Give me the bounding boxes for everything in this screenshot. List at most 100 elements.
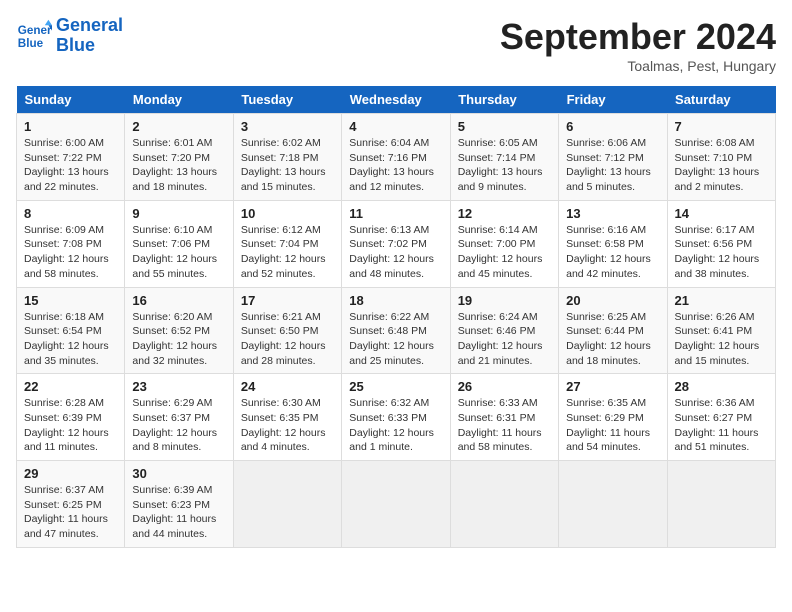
- calendar-header-row: Sunday Monday Tuesday Wednesday Thursday…: [17, 86, 776, 114]
- day-info: Sunrise: 6:36 AM Sunset: 6:27 PM Dayligh…: [675, 396, 768, 455]
- calendar-cell: [667, 461, 775, 548]
- col-tuesday: Tuesday: [233, 86, 341, 114]
- month-title: September 2024: [500, 16, 776, 58]
- logo-line1: General: [56, 16, 123, 36]
- location-subtitle: Toalmas, Pest, Hungary: [500, 58, 776, 74]
- day-number: 17: [241, 293, 334, 308]
- day-info: Sunrise: 6:20 AM Sunset: 6:52 PM Dayligh…: [132, 310, 225, 369]
- calendar-cell: 2Sunrise: 6:01 AM Sunset: 7:20 PM Daylig…: [125, 114, 233, 201]
- calendar-cell: 19 Sunrise: 6:24 AM Sunset: 6:46 PM Dayli…: [450, 287, 558, 374]
- day-info: Sunrise: 6:32 AM Sunset: 6:33 PM Dayligh…: [349, 396, 442, 455]
- day-info: Sunrise: 6:13 AM Sunset: 7:02 PM Dayligh…: [349, 223, 442, 282]
- calendar-cell: 28 Sunrise: 6:36 AM Sunset: 6:27 PM Dayli…: [667, 374, 775, 461]
- calendar-cell: 15 Sunrise: 6:18 AM Sunset: 6:54 PM Dayli…: [17, 287, 125, 374]
- calendar-cell: 24 Sunrise: 6:30 AM Sunset: 6:35 PM Dayli…: [233, 374, 341, 461]
- calendar-cell: 18 Sunrise: 6:22 AM Sunset: 6:48 PM Dayli…: [342, 287, 450, 374]
- day-info: Sunrise: 6:37 AM Sunset: 6:25 PM Dayligh…: [24, 483, 117, 542]
- day-info: Sunrise: 6:09 AM Sunset: 7:08 PM Dayligh…: [24, 223, 117, 282]
- calendar-cell: 1 Sunrise: 6:00 AM Sunset: 7:22 PM Daylig…: [17, 114, 125, 201]
- calendar-cell: 9 Sunrise: 6:10 AM Sunset: 7:06 PM Daylig…: [125, 200, 233, 287]
- calendar-cell: [559, 461, 667, 548]
- calendar-table: Sunday Monday Tuesday Wednesday Thursday…: [16, 86, 776, 548]
- calendar-cell: 30 Sunrise: 6:39 AM Sunset: 6:23 PM Dayli…: [125, 461, 233, 548]
- day-number: 27: [566, 379, 659, 394]
- calendar-week-row: 8 Sunrise: 6:09 AM Sunset: 7:08 PM Daylig…: [17, 200, 776, 287]
- day-number: 24: [241, 379, 334, 394]
- logo: General Blue General Blue: [16, 16, 123, 56]
- day-info: Sunrise: 6:04 AM Sunset: 7:16 PM Dayligh…: [349, 136, 442, 195]
- col-sunday: Sunday: [17, 86, 125, 114]
- calendar-cell: 7Sunrise: 6:08 AM Sunset: 7:10 PM Daylig…: [667, 114, 775, 201]
- day-number: 30: [132, 466, 225, 481]
- day-number: 19: [458, 293, 551, 308]
- day-number: 9: [132, 206, 225, 221]
- day-info: Sunrise: 6:21 AM Sunset: 6:50 PM Dayligh…: [241, 310, 334, 369]
- logo-line2: Blue: [56, 36, 123, 56]
- calendar-cell: 23 Sunrise: 6:29 AM Sunset: 6:37 PM Dayli…: [125, 374, 233, 461]
- day-info: Sunrise: 6:33 AM Sunset: 6:31 PM Dayligh…: [458, 396, 551, 455]
- col-thursday: Thursday: [450, 86, 558, 114]
- col-saturday: Saturday: [667, 86, 775, 114]
- calendar-cell: 16 Sunrise: 6:20 AM Sunset: 6:52 PM Dayli…: [125, 287, 233, 374]
- calendar-cell: 21 Sunrise: 6:26 AM Sunset: 6:41 PM Dayli…: [667, 287, 775, 374]
- day-number: 16: [132, 293, 225, 308]
- day-info: Sunrise: 6:18 AM Sunset: 6:54 PM Dayligh…: [24, 310, 117, 369]
- day-number: 10: [241, 206, 334, 221]
- day-info: Sunrise: 6:10 AM Sunset: 7:06 PM Dayligh…: [132, 223, 225, 282]
- day-number: 18: [349, 293, 442, 308]
- day-number: 8: [24, 206, 117, 221]
- col-friday: Friday: [559, 86, 667, 114]
- day-info: Sunrise: 6:24 AM Sunset: 6:46 PM Dayligh…: [458, 310, 551, 369]
- calendar-cell: 4 Sunrise: 6:04 AM Sunset: 7:16 PM Daylig…: [342, 114, 450, 201]
- calendar-cell: 22 Sunrise: 6:28 AM Sunset: 6:39 PM Dayli…: [17, 374, 125, 461]
- day-number: 4: [349, 119, 442, 134]
- day-info: Sunrise: 6:00 AM Sunset: 7:22 PM Dayligh…: [24, 136, 117, 195]
- calendar-cell: [450, 461, 558, 548]
- calendar-cell: 6Sunrise: 6:06 AM Sunset: 7:12 PM Daylig…: [559, 114, 667, 201]
- calendar-week-row: 1 Sunrise: 6:00 AM Sunset: 7:22 PM Daylig…: [17, 114, 776, 201]
- day-info: Sunrise: 6:17 AM Sunset: 6:56 PM Dayligh…: [675, 223, 768, 282]
- day-info: Sunrise: 6:22 AM Sunset: 6:48 PM Dayligh…: [349, 310, 442, 369]
- svg-text:Blue: Blue: [18, 37, 44, 50]
- day-info: Sunrise: 6:29 AM Sunset: 6:37 PM Dayligh…: [132, 396, 225, 455]
- calendar-cell: 27Sunrise: 6:35 AM Sunset: 6:29 PM Dayli…: [559, 374, 667, 461]
- day-number: 29: [24, 466, 117, 481]
- day-info: Sunrise: 6:12 AM Sunset: 7:04 PM Dayligh…: [241, 223, 334, 282]
- day-info: Sunrise: 6:39 AM Sunset: 6:23 PM Dayligh…: [132, 483, 225, 542]
- calendar-cell: 10 Sunrise: 6:12 AM Sunset: 7:04 PM Dayli…: [233, 200, 341, 287]
- day-info: Sunrise: 6:30 AM Sunset: 6:35 PM Dayligh…: [241, 396, 334, 455]
- calendar-week-row: 29 Sunrise: 6:37 AM Sunset: 6:25 PM Dayli…: [17, 461, 776, 548]
- calendar-cell: [233, 461, 341, 548]
- calendar-cell: 29 Sunrise: 6:37 AM Sunset: 6:25 PM Dayli…: [17, 461, 125, 548]
- calendar-week-row: 22 Sunrise: 6:28 AM Sunset: 6:39 PM Dayli…: [17, 374, 776, 461]
- day-number: 20: [566, 293, 659, 308]
- calendar-cell: 11 Sunrise: 6:13 AM Sunset: 7:02 PM Dayli…: [342, 200, 450, 287]
- day-number: 15: [24, 293, 117, 308]
- logo-icon: General Blue: [16, 18, 52, 54]
- day-info: Sunrise: 6:02 AM Sunset: 7:18 PM Dayligh…: [241, 136, 334, 195]
- day-info: Sunrise: 6:01 AM Sunset: 7:20 PM Dayligh…: [132, 136, 225, 195]
- day-number: 22: [24, 379, 117, 394]
- day-info: Sunrise: 6:25 AM Sunset: 6:44 PM Dayligh…: [566, 310, 659, 369]
- col-monday: Monday: [125, 86, 233, 114]
- day-number: 6: [566, 119, 659, 134]
- day-info: Sunrise: 6:26 AM Sunset: 6:41 PM Dayligh…: [675, 310, 768, 369]
- calendar-cell: 26Sunrise: 6:33 AM Sunset: 6:31 PM Dayli…: [450, 374, 558, 461]
- calendar-cell: 17 Sunrise: 6:21 AM Sunset: 6:50 PM Dayli…: [233, 287, 341, 374]
- svg-text:General: General: [18, 24, 52, 37]
- calendar-week-row: 15 Sunrise: 6:18 AM Sunset: 6:54 PM Dayli…: [17, 287, 776, 374]
- day-number: 1: [24, 119, 117, 134]
- calendar-cell: 14Sunrise: 6:17 AM Sunset: 6:56 PM Dayli…: [667, 200, 775, 287]
- day-number: 21: [675, 293, 768, 308]
- calendar-cell: 3Sunrise: 6:02 AM Sunset: 7:18 PM Daylig…: [233, 114, 341, 201]
- day-number: 23: [132, 379, 225, 394]
- calendar-cell: 12Sunrise: 6:14 AM Sunset: 7:00 PM Dayli…: [450, 200, 558, 287]
- day-info: Sunrise: 6:05 AM Sunset: 7:14 PM Dayligh…: [458, 136, 551, 195]
- calendar-cell: 25 Sunrise: 6:32 AM Sunset: 6:33 PM Dayli…: [342, 374, 450, 461]
- calendar-cell: 8 Sunrise: 6:09 AM Sunset: 7:08 PM Daylig…: [17, 200, 125, 287]
- day-number: 28: [675, 379, 768, 394]
- day-number: 25: [349, 379, 442, 394]
- day-info: Sunrise: 6:28 AM Sunset: 6:39 PM Dayligh…: [24, 396, 117, 455]
- day-number: 11: [349, 206, 442, 221]
- day-number: 5: [458, 119, 551, 134]
